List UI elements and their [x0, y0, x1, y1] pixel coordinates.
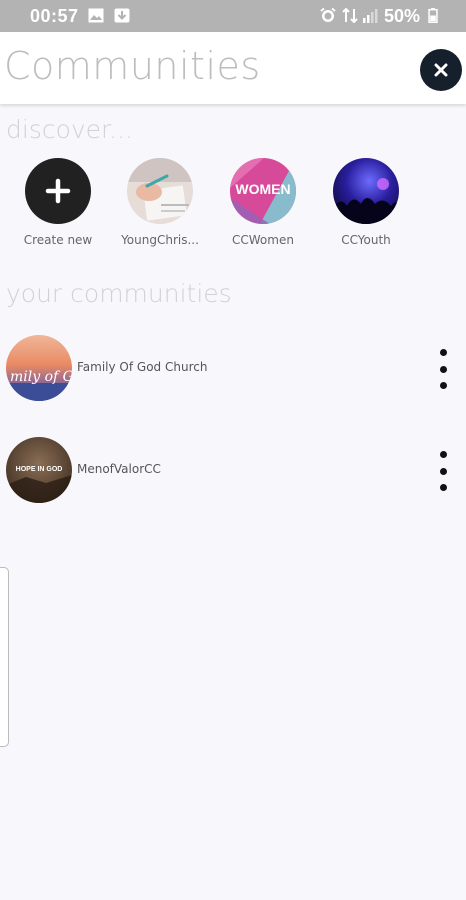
data-4g-icon: [342, 8, 358, 23]
your-communities-heading: your communities: [6, 279, 232, 308]
more-vertical-icon[interactable]: [432, 349, 454, 389]
battery-percent: 50%: [384, 6, 421, 26]
download-icon: [114, 8, 130, 23]
menofvalor-avatar: HOPE IN GOD: [6, 437, 72, 503]
hope-in-god-image: HOPE IN GOD: [6, 437, 72, 503]
create-circle: [25, 158, 91, 224]
youngchristians-label: YoungChris...: [121, 233, 199, 247]
status-bar: 00:57 50%: [0, 0, 466, 32]
women-logo-image: WOMEN: [230, 158, 296, 224]
close-button[interactable]: [420, 49, 462, 91]
signal-icon: [363, 9, 378, 23]
create-new-label: Create new: [23, 233, 93, 247]
discover-heading: discover...: [6, 115, 133, 144]
family-of-god-avatar: mily of G: [6, 335, 72, 401]
women-logo-text: WOMEN: [235, 181, 290, 197]
community-name: Family Of God Church: [77, 360, 208, 374]
menofvalor-avatar-text: HOPE IN GOD: [16, 466, 63, 473]
plus-icon: [45, 178, 71, 204]
kebab-dot: [439, 365, 447, 373]
community-name: MenofValorCC: [77, 462, 161, 476]
kebab-dot: [439, 451, 447, 458]
community-row-menofvalor[interactable]: HOPE IN GOD MenofValorCC: [0, 437, 466, 505]
ccwomen-avatar: WOMEN: [230, 158, 296, 224]
page-title: Communities: [4, 44, 261, 88]
kebab-dot: [439, 484, 447, 491]
kebab-dot: [439, 467, 447, 475]
community-row-family-of-god[interactable]: mily of G Family Of God Church: [0, 335, 466, 403]
discover-item-ccwomen[interactable]: WOMEN CCWomen: [213, 158, 313, 247]
youngchristians-avatar: [127, 158, 193, 224]
kebab-dot: [439, 349, 447, 356]
alarm-icon: [320, 8, 336, 22]
battery-icon: [428, 8, 438, 23]
create-new-community-button[interactable]: Create new: [8, 158, 108, 247]
kebab-dot: [439, 382, 447, 389]
close-icon: [434, 63, 448, 77]
more-vertical-icon[interactable]: [432, 451, 454, 491]
image-icon: [88, 8, 104, 23]
discover-item-ccyouth[interactable]: CCYouth: [316, 158, 416, 247]
drawer-handle[interactable]: [0, 567, 9, 747]
writing-photo-image: [127, 158, 193, 224]
ccyouth-label: CCYouth: [341, 233, 391, 247]
family-avatar-text: mily of G: [10, 369, 72, 385]
concert-photo-image: [333, 158, 399, 224]
header: Communities: [0, 32, 466, 104]
ccyouth-avatar: [333, 158, 399, 224]
ccwomen-label: CCWomen: [232, 233, 294, 247]
discover-item-youngchristians[interactable]: YoungChris...: [110, 158, 210, 247]
status-time: 00:57: [30, 6, 79, 26]
sunset-photo-image: mily of G: [6, 335, 72, 401]
